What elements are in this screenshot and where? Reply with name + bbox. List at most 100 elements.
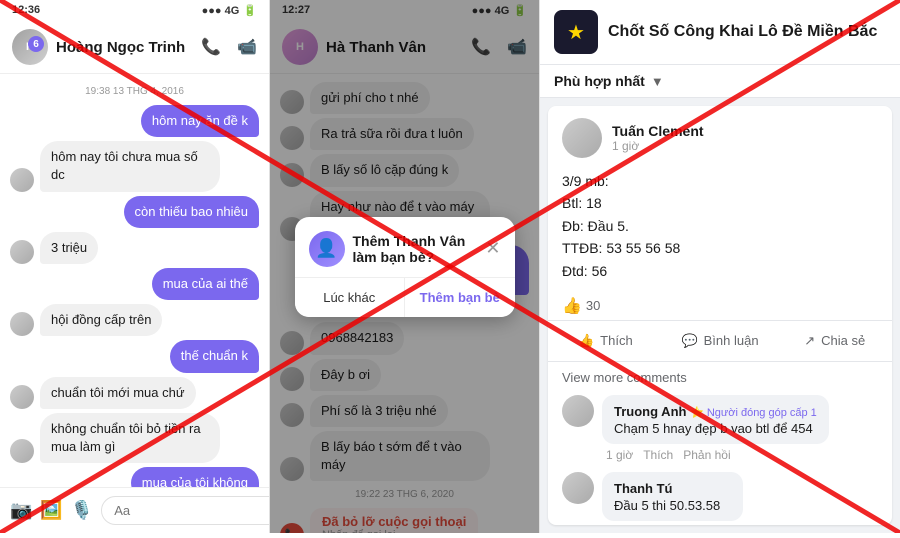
avatar-small	[10, 439, 34, 463]
battery-icon: 🔋	[243, 4, 257, 17]
dialog-add-friend-button[interactable]: Thêm bạn bè	[405, 278, 515, 317]
bubble-left: 3 triệu	[40, 232, 98, 264]
msg-row: hội đồng cấp trên	[10, 304, 259, 336]
fb-filter-label: Phù hợp nhất	[554, 73, 645, 89]
bubble-right: còn thiếu bao nhiêu	[124, 196, 259, 228]
like-action-button[interactable]: 👍 Thích	[548, 325, 663, 357]
fb-panel: ★ Chốt Số Công Khai Lô Đề Miền Bắc Phù h…	[540, 0, 900, 533]
fb-post-content: 3/9 mb: Btl: 18 Đb: Đầu 5. TTĐB: 53 55 5…	[548, 166, 892, 292]
status-bar-left: 12:36 ●●● 4G 🔋	[0, 0, 269, 21]
post-line: Đtd: 56	[562, 260, 878, 282]
avatar-small	[10, 312, 34, 336]
dialog-user-icon: 👤	[309, 231, 345, 267]
comment-content-1: Truong Anh ⭐ Người đóng góp cấp 1 Chạm 5…	[602, 395, 829, 444]
friend-request-dialog-overlay: 👤 Thêm Thanh Vân làm bạn bè? ✕ Lúc khác …	[270, 0, 539, 533]
like-emoji-icon: 👍	[562, 296, 582, 316]
share-action-button[interactable]: ↗ Chia sẻ	[777, 325, 892, 357]
bubble-right: mua của ai thế	[152, 268, 259, 300]
post-line: TTĐB: 53 55 56 58	[562, 237, 878, 259]
dialog-later-button[interactable]: Lúc khác	[295, 278, 406, 317]
avatar-small	[10, 385, 34, 409]
fb-filter-bar: Phù hợp nhất ▼	[540, 65, 900, 98]
comment-like-1[interactable]: Thích	[643, 448, 673, 462]
commenter-avatar-1	[562, 395, 594, 427]
header-icons-left[interactable]: 📞 📹	[201, 37, 257, 57]
share-icon: ↗	[804, 333, 815, 349]
comment-icon: 💬	[681, 333, 697, 349]
commenter-avatar-2	[562, 472, 594, 504]
msg-row: hôm nay tôi chưa mua số dc	[10, 141, 259, 191]
commenter-badge-1: ⭐ Người đóng góp cấp 1	[690, 407, 817, 419]
post-line: Btl: 18	[562, 192, 878, 214]
filter-dropdown-icon[interactable]: ▼	[651, 74, 664, 89]
chat-panel-left: 12:36 ●●● 4G 🔋 H 6 Hoàng Ngọc Trinh 📞 📹 …	[0, 0, 270, 533]
commenter-name-2: Thanh Tú	[614, 481, 673, 496]
avatar-left: H 6	[12, 29, 48, 65]
like-label: Thích	[600, 333, 633, 348]
signal-icon: ●●● 4G	[202, 5, 240, 17]
image-icon[interactable]: 🖼️	[40, 500, 62, 521]
fb-page-header: ★ Chốt Số Công Khai Lô Đề Miền Bắc	[540, 0, 900, 65]
camera-icon[interactable]: 📷	[10, 500, 32, 521]
timestamp-1: 19:38 13 THG 4, 2016	[10, 86, 259, 97]
msg-row: chuẩn tôi mới mua chứ	[10, 377, 259, 409]
notification-badge-left: 6	[28, 36, 44, 52]
post-line: 3/9 mb:	[562, 170, 878, 192]
fb-page-avatar: ★	[554, 10, 598, 54]
fb-post-header: Tuấn Clement 1 giờ	[548, 106, 892, 166]
msg-row: mua của tôi không	[10, 467, 259, 487]
comment-time-1: 1 giờ	[606, 448, 633, 462]
dialog-close-button[interactable]: ✕	[485, 238, 500, 259]
share-label: Chia sẻ	[821, 333, 865, 348]
comment-reply-1[interactable]: Phản hồi	[683, 448, 730, 462]
phone-icon-left[interactable]: 📞	[201, 37, 221, 57]
dialog-title-text: Thêm Thanh Vân làm bạn bè?	[353, 233, 478, 265]
fb-comments-section: View more comments Truong Anh ⭐ Người đó…	[548, 361, 892, 525]
likes-count: 30	[586, 298, 600, 313]
bubble-left: chuẩn tôi mới mua chứ	[40, 377, 196, 409]
fb-likes-row: 👍 30	[548, 292, 892, 320]
fb-comment: Truong Anh ⭐ Người đóng góp cấp 1 Chạm 5…	[562, 395, 878, 462]
fb-post-author: Tuấn Clement	[612, 123, 704, 139]
bubble-right: thế chuẩn k	[170, 340, 259, 372]
msg-row: không chuẩn tôi bỏ tiền ra mua làm gì	[10, 413, 259, 463]
message-input-left[interactable]	[101, 496, 270, 525]
bubble-left: hôm nay tôi chưa mua số dc	[40, 141, 220, 191]
comment-action-button[interactable]: 💬 Bình luận	[663, 325, 778, 357]
contact-name-left: Hoàng Ngọc Trinh	[56, 39, 193, 56]
signal-icons-left: ●●● 4G 🔋	[202, 4, 257, 17]
post-line: Đb: Đầu 5.	[562, 215, 878, 237]
chat-input-bar-left: 📷 🖼️ 🎙️ 😊 👍	[0, 487, 269, 533]
video-icon-left[interactable]: 📹	[237, 37, 257, 57]
comment-text-2: Đầu 5 thi 50.53.58	[614, 498, 731, 513]
thumbs-up-icon: 👍	[578, 333, 594, 349]
friend-request-dialog: 👤 Thêm Thanh Vân làm bạn bè? ✕ Lúc khác …	[295, 217, 515, 317]
msg-row: còn thiếu bao nhiêu	[10, 196, 259, 228]
mic-icon[interactable]: 🎙️	[71, 500, 93, 521]
time-left: 12:36	[12, 4, 40, 17]
dialog-title-row: 👤 Thêm Thanh Vân làm bạn bè? ✕	[295, 217, 515, 277]
bubble-left: hội đồng cấp trên	[40, 304, 162, 336]
fb-page-name: Chốt Số Công Khai Lô Đề Miền Bắc	[608, 23, 877, 41]
bubble-left: không chuẩn tôi bỏ tiền ra mua làm gì	[40, 413, 220, 463]
dialog-buttons: Lúc khác Thêm bạn bè	[295, 277, 515, 317]
star-icon: ★	[567, 20, 585, 45]
avatar-small	[10, 240, 34, 264]
chat-panel-middle: 12:27 ●●● 4G 🔋 H Hà Thanh Vân 📞 📹 gửi ph…	[270, 0, 540, 533]
bubble-right: mua của tôi không	[131, 467, 259, 487]
comment-text-1: Chạm 5 hnay đẹp b vao btl để 454	[614, 421, 817, 436]
bubble-right: hôm nay ăn đề k	[141, 105, 259, 137]
view-more-comments[interactable]: View more comments	[562, 370, 878, 385]
messages-left: 19:38 13 THG 4, 2016 hôm nay ăn đề k hôm…	[0, 74, 269, 487]
fb-post-time: 1 giờ	[612, 139, 704, 153]
comment-label: Bình luận	[704, 333, 759, 348]
comment-meta-1: 1 giờ Thích Phản hồi	[602, 448, 829, 462]
fb-post: Tuấn Clement 1 giờ 3/9 mb: Btl: 18 Đb: Đ…	[548, 106, 892, 525]
fb-post-info: Tuấn Clement 1 giờ	[612, 123, 704, 153]
chat-header-left: H 6 Hoàng Ngọc Trinh 📞 📹	[0, 21, 269, 74]
fb-comment-2: Thanh Tú Đầu 5 thi 50.53.58 28 phút Thíc…	[562, 472, 878, 525]
msg-row: hôm nay ăn đề k	[10, 105, 259, 137]
msg-row: thế chuẩn k	[10, 340, 259, 372]
fb-post-avatar	[562, 118, 602, 158]
msg-row: 3 triệu	[10, 232, 259, 264]
